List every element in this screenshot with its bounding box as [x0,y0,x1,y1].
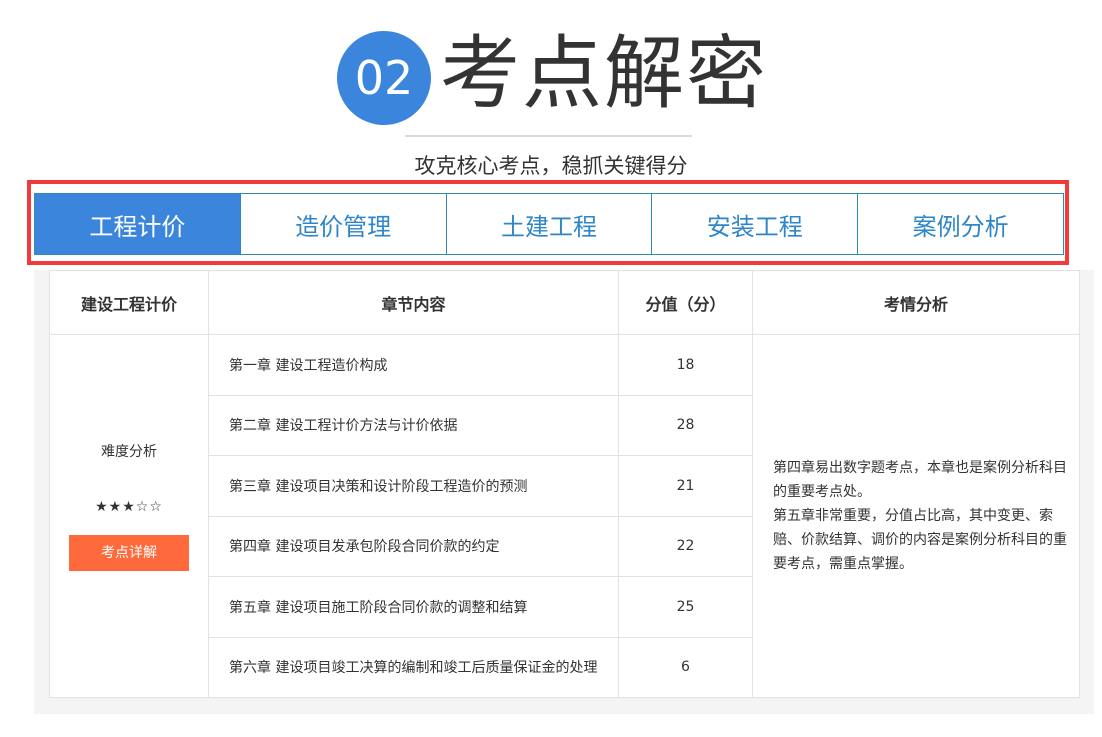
score-cell: 25 [618,576,753,638]
analysis-paragraph-2: 第五章非常重要，分值占比高，其中变更、索赔、价款结算、调价的内容是案例分析科目的… [773,508,1067,572]
chapter-cell: 第二章 建设工程计价方法与计价依据 [208,394,619,456]
table-container: 建设工程计价 章节内容 分值（分） 考情分析 难度分析 ★★★☆☆ 考点详解 第… [34,270,1094,714]
table-row: 难度分析 ★★★☆☆ 考点详解 第一章 建设工程造价构成 18 第四章易出数字题… [49,334,1080,698]
header-subject: 建设工程计价 [49,270,209,335]
score-cell: 22 [618,515,753,577]
chapter-cell: 第三章 建设项目决策和设计阶段工程造价的预测 [208,455,619,517]
difficulty-cell: 难度分析 ★★★☆☆ 考点详解 [49,334,209,698]
difficulty-stars: ★★★☆☆ [95,499,163,515]
section-subtitle: 攻克核心考点，稳抓关键得分 [414,154,688,178]
table-header-row: 建设工程计价 章节内容 分值（分） 考情分析 [49,270,1080,335]
chapter-cell: 第一章 建设工程造价构成 [208,334,619,396]
header-score: 分值（分） [618,270,753,335]
title-divider [405,135,692,137]
score-cell: 21 [618,455,753,517]
difficulty-label: 难度分析 [101,444,157,460]
header-analysis: 考情分析 [752,270,1080,335]
score-cell: 6 [618,636,753,698]
score-cell: 28 [618,394,753,456]
tab-civil-engineering[interactable]: 土建工程 [445,194,652,254]
analysis-cell: 第四章易出数字题考点，本章也是案例分析科目的重要考点处。 第五章非常重要，分值占… [752,334,1080,698]
tab-installation-engineering[interactable]: 安装工程 [651,194,857,254]
tab-cost-management[interactable]: 造价管理 [239,194,446,254]
chapter-cell: 第四章 建设项目发承包阶段合同价款的约定 [208,515,619,577]
header-chapter: 章节内容 [208,270,619,335]
section-title: 考点解密 [440,27,768,120]
exam-points-table: 建设工程计价 章节内容 分值（分） 考情分析 难度分析 ★★★☆☆ 考点详解 第… [49,270,1080,698]
section-number-badge: 02 [337,31,431,125]
subject-tabs: 工程计价 造价管理 土建工程 安装工程 案例分析 [34,193,1064,255]
section-header: 02 考点解密 攻克核心考点，稳抓关键得分 [0,0,1102,180]
exam-point-detail-button[interactable]: 考点详解 [69,535,189,571]
analysis-paragraph-1: 第四章易出数字题考点，本章也是案例分析科目的重要考点处。 [773,460,1067,500]
chapter-cell: 第六章 建设项目竣工决算的编制和竣工后质量保证金的处理 [208,636,619,698]
chapter-cell: 第五章 建设项目施工阶段合同价款的调整和结算 [208,576,619,638]
tab-engineering-pricing[interactable]: 工程计价 [35,194,240,254]
tab-case-analysis[interactable]: 案例分析 [857,194,1063,254]
score-cell: 18 [618,334,753,396]
